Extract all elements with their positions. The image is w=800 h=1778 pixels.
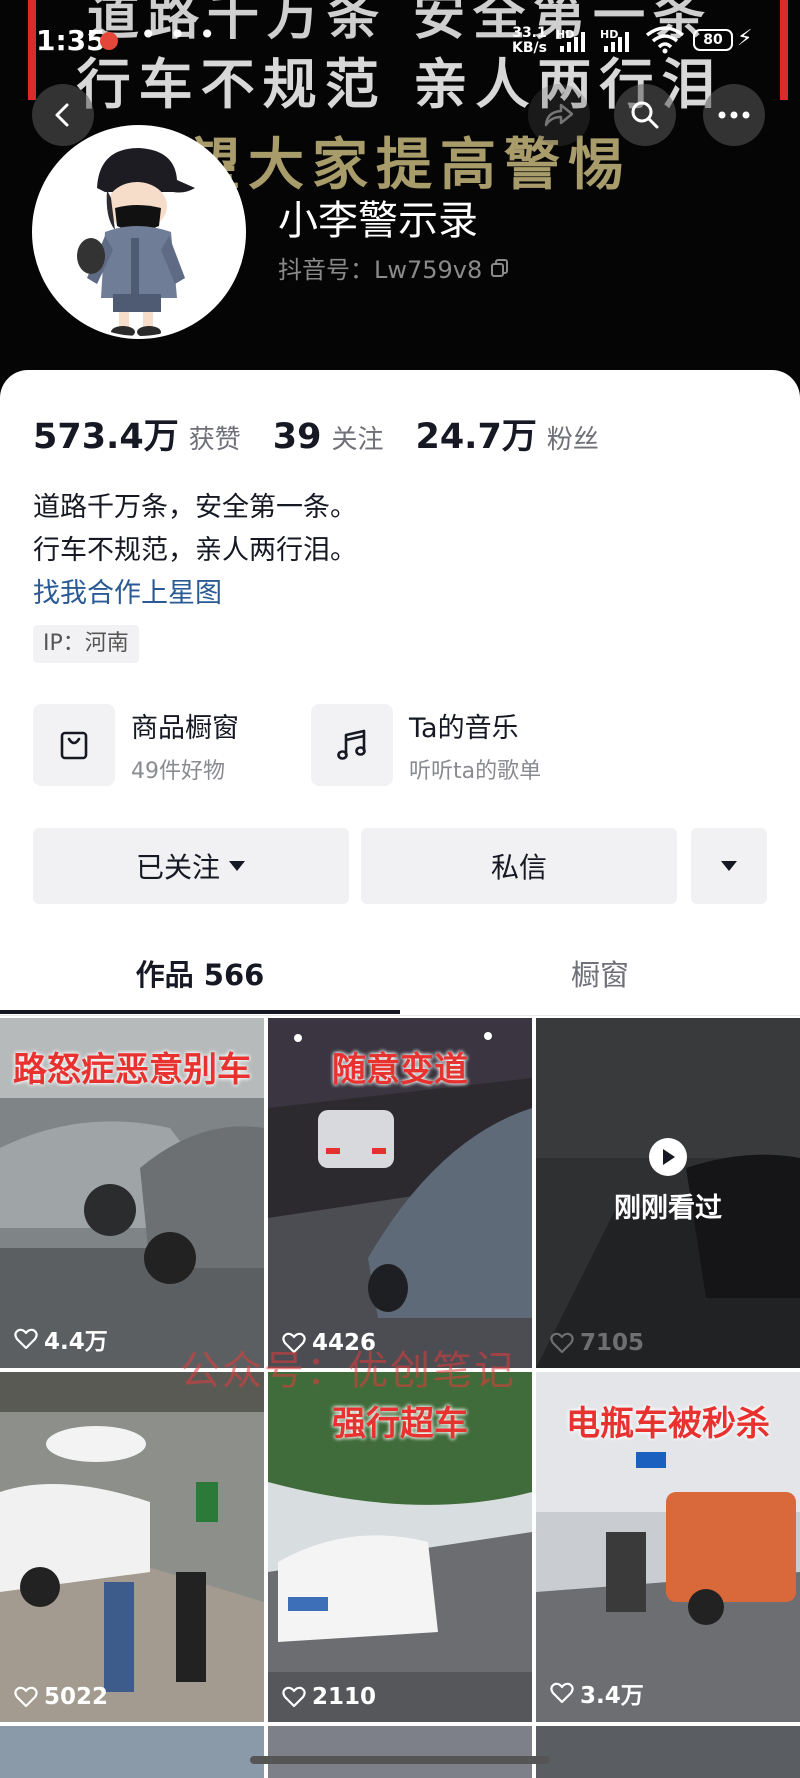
notification-icon [100, 32, 118, 50]
shop-icon-box [33, 704, 115, 786]
profile-name: 小李警示录 [278, 198, 478, 244]
signal-icon [560, 32, 585, 52]
shop-window-entry[interactable]: 商品橱窗 49件好物 [33, 704, 239, 786]
video-likes: 4.4万 [14, 1322, 108, 1356]
status-time: 1:35 [36, 24, 106, 57]
signal-icon [604, 32, 629, 52]
video-caption: 随意变道 [332, 1050, 468, 1090]
shop-window-subtitle: 49件好物 [131, 758, 225, 784]
shopping-bag-icon [60, 731, 88, 760]
ip-location-tag: IP：河南 [33, 625, 139, 663]
music-entry[interactable]: Ta的音乐 听听ta的歌单 [311, 704, 541, 786]
more-notifications-icon: • • • [140, 18, 218, 51]
video-tile[interactable]: 路怒症恶意别车 4.4万 [0, 1018, 264, 1368]
heart-icon [550, 1682, 574, 1704]
shop-window-title: 商品橱窗 [131, 712, 239, 744]
followers-label: 粉丝 [546, 425, 599, 455]
video-tile[interactable]: 强行超车 2110 [268, 1372, 532, 1722]
video-tile[interactable] [268, 1726, 532, 1778]
avatar-cartoon-image [35, 128, 243, 336]
recently-watched-overlay: 刚刚看过 [536, 1138, 800, 1225]
status-bar: 1:35 • • • 33.1 KB/s HD HD 80 ⚡ [0, 0, 800, 80]
music-title: Ta的音乐 [409, 712, 519, 744]
copy-icon[interactable] [490, 258, 510, 278]
video-tile[interactable] [536, 1726, 800, 1778]
video-caption: 路怒症恶意别车 [13, 1050, 251, 1090]
share-button[interactable] [528, 84, 590, 146]
likes-label: 获赞 [188, 425, 241, 455]
recently-watched-label: 刚刚看过 [614, 1193, 722, 1224]
video-tile[interactable]: 电瓶车被秒杀 3.4万 [536, 1372, 800, 1722]
video-likes-count: 7105 [580, 1330, 645, 1356]
video-likes: 7105 [550, 1330, 644, 1356]
xingtu-link[interactable]: 找我合作上星图 [33, 572, 357, 615]
video-likes-count: 2110 [312, 1684, 377, 1710]
video-thumbnail [0, 1372, 264, 1722]
profile-stats: 573.4万 获赞 39 关注 24.7万 粉丝 [33, 408, 631, 459]
video-caption: 强行超车 [332, 1404, 468, 1444]
charging-icon: ⚡ [737, 26, 753, 51]
video-tile[interactable] [0, 1726, 264, 1778]
music-note-icon [337, 729, 366, 760]
back-icon [55, 103, 69, 127]
heart-icon [14, 1686, 38, 1708]
home-indicator[interactable] [250, 1756, 550, 1764]
douyin-id[interactable]: 抖音号：Lw759v8 [278, 250, 510, 285]
music-subtitle: 听听ta的歌单 [409, 758, 542, 784]
tab-works[interactable]: 作品 566 [0, 930, 400, 1016]
message-label: 私信 [490, 851, 547, 884]
more-actions-dropdown[interactable] [691, 828, 767, 904]
video-caption: 电瓶车被秒杀 [566, 1404, 770, 1444]
heart-icon [282, 1686, 306, 1708]
message-button[interactable]: 私信 [361, 828, 677, 904]
heart-icon [550, 1332, 574, 1354]
content-tabs: 作品 566 橱窗 [0, 930, 800, 1016]
profile-banner: 道路千万条 安全第一条 行车不规范 亲人两行泪 希望大家提高警惕 1:35 • … [0, 0, 800, 420]
active-tab-indicator [0, 1010, 400, 1014]
bio-line-1: 道路千万条，安全第一条。 [33, 492, 357, 523]
network-speed-value: 33.1 [512, 25, 547, 41]
video-likes: 2110 [282, 1684, 376, 1710]
followed-label: 已关注 [135, 851, 220, 884]
play-icon [649, 1138, 687, 1176]
network-speed: 33.1 KB/s [512, 26, 547, 56]
watermark: 公众号：优创笔记 [180, 1348, 516, 1394]
video-tile[interactable]: 随意变道 4426 [268, 1018, 532, 1368]
avatar[interactable] [32, 125, 246, 339]
followers-count[interactable]: 24.7万 [415, 408, 536, 459]
video-likes: 5022 [14, 1684, 108, 1710]
video-tile[interactable]: 刚刚看过 7105 [536, 1018, 800, 1368]
video-likes-count: 4.4万 [44, 1329, 108, 1355]
bio-line-2: 行车不规范，亲人两行泪。 [33, 535, 357, 566]
following-count[interactable]: 39 [273, 417, 322, 457]
wifi-icon [645, 26, 685, 54]
video-likes-count: 5022 [44, 1684, 109, 1710]
search-icon [631, 101, 659, 129]
video-tile[interactable]: 5022 [0, 1372, 264, 1722]
video-likes: 3.4万 [550, 1676, 644, 1710]
caret-down-icon [721, 861, 737, 871]
back-button[interactable] [32, 84, 94, 146]
music-icon-box [311, 704, 393, 786]
more-icon [718, 111, 750, 119]
likes-count[interactable]: 573.4万 [33, 408, 179, 459]
network-speed-unit: KB/s [512, 40, 547, 56]
search-button[interactable] [614, 84, 676, 146]
heart-icon [14, 1328, 38, 1350]
video-likes-count: 3.4万 [580, 1683, 644, 1709]
caret-down-icon [229, 861, 245, 871]
tab-showcase[interactable]: 橱窗 [400, 930, 800, 1016]
followed-button[interactable]: 已关注 [33, 828, 349, 904]
more-options-button[interactable] [703, 84, 765, 146]
battery-icon: 80 [693, 29, 733, 51]
bio: 道路千万条，安全第一条。 行车不规范，亲人两行泪。 找我合作上星图 [33, 486, 357, 615]
share-icon [544, 103, 574, 127]
following-label: 关注 [331, 425, 384, 455]
douyin-id-text: 抖音号：Lw759v8 [278, 256, 483, 284]
